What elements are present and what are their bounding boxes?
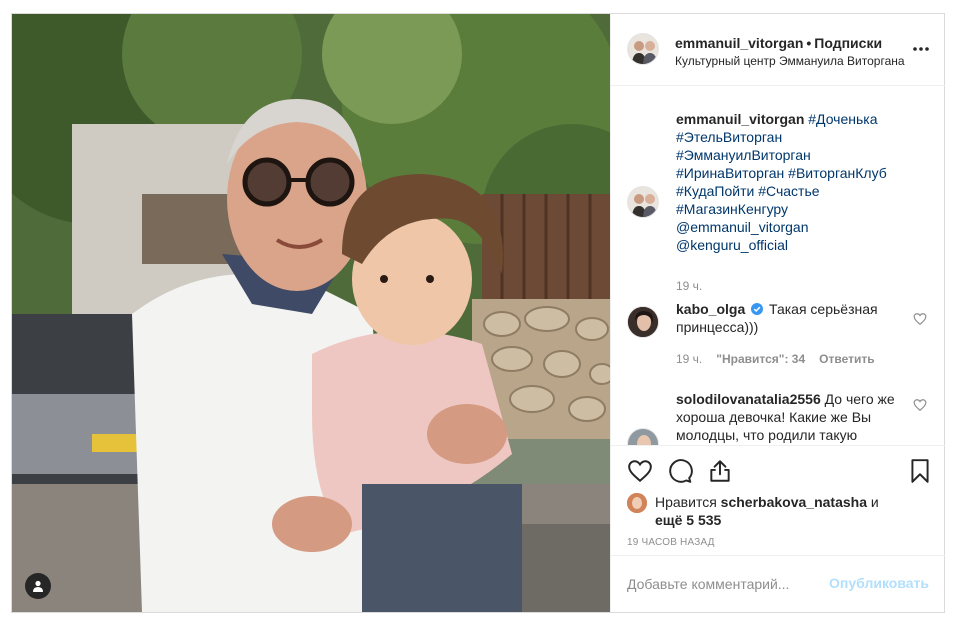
comment-meta: 19 ч. "Нравится": 34 Ответить (676, 352, 889, 366)
share-button[interactable] (707, 458, 733, 484)
hashtag-link[interactable]: #ИринаВиторган (676, 165, 784, 181)
commenter-avatar[interactable] (627, 306, 659, 338)
photo-illustration (12, 14, 610, 612)
likes-conjunction: и (870, 494, 879, 510)
bookmark-icon (911, 459, 929, 483)
more-options-button[interactable] (911, 40, 931, 60)
header-title: emmanuil_vitorgan • Подписки (675, 34, 915, 52)
post-photo[interactable] (12, 14, 610, 612)
user-icon (33, 580, 43, 592)
more-horizontal-icon (913, 47, 929, 51)
mention-link[interactable]: @emmanuil_vitorgan (676, 218, 926, 236)
like-button[interactable] (627, 458, 653, 484)
location-link[interactable]: Культурный центр Эммануила Виторгана (675, 53, 915, 69)
comment-button[interactable] (667, 458, 693, 484)
commenter-avatar[interactable] (627, 428, 659, 445)
save-button[interactable] (907, 458, 933, 484)
comment-input[interactable] (627, 572, 827, 596)
separator-dot: • (806, 35, 812, 51)
post-header: emmanuil_vitorgan • Подписки Культурный це… (611, 14, 945, 86)
action-bar (627, 458, 931, 484)
likes-prefix: Нравится (655, 494, 717, 510)
comment-time[interactable]: 19 ч. (676, 352, 702, 366)
author-avatar[interactable] (627, 33, 659, 65)
like-comment-button[interactable] (913, 398, 927, 412)
caption-username-link[interactable]: emmanuil_vitorgan (676, 111, 804, 127)
post-timestamp[interactable]: 19 часов назад (627, 537, 715, 548)
caption-author-avatar[interactable] (627, 186, 659, 218)
avatar-photo (628, 34, 658, 64)
liker-username-link[interactable]: scherbakova_natasha (721, 494, 867, 510)
share-icon (710, 460, 730, 482)
likes-text: Нравится scherbakova_natasha и ещё 5 535 (655, 493, 915, 529)
reply-button[interactable]: Ответить (819, 352, 874, 366)
post-actions: Нравится scherbakova_natasha и ещё 5 535… (611, 445, 945, 551)
instagram-post: emmanuil_vitorgan • Подписки Культурный це… (11, 13, 945, 613)
post-side-panel: emmanuil_vitorgan • Подписки Культурный це… (610, 14, 945, 612)
add-comment-form: Опубликовать (611, 555, 945, 612)
hashtag-link[interactable]: #Счастье (758, 183, 819, 199)
commenter-username-link[interactable]: kabo_olga (676, 301, 745, 317)
heart-outline-icon (913, 313, 927, 326)
hashtag-link[interactable]: #ЭтельВиторган (676, 128, 926, 146)
comment-likes-count[interactable]: "Нравится": 34 (716, 352, 805, 366)
comments-list[interactable]: emmanuil_vitorgan #Доченька #ЭтельВиторг… (611, 87, 945, 445)
tagged-users-button[interactable] (25, 573, 51, 599)
hashtag-link[interactable]: #МагазинКенгуру (676, 200, 926, 218)
comment-text: solodilovanatalia2556 До чего же хороша … (676, 390, 896, 444)
following-button[interactable]: Подписки (814, 35, 882, 51)
caption-text: emmanuil_vitorgan #Доченька #ЭтельВиторг… (676, 110, 926, 254)
verified-badge-icon (751, 303, 764, 315)
mention-link[interactable]: @kenguru_official (676, 236, 926, 254)
avatar-photo (627, 493, 647, 513)
hashtag-link[interactable]: #КудаПойти (676, 183, 754, 199)
avatar-photo (628, 307, 658, 337)
avatar-photo (628, 429, 658, 445)
header-text: emmanuil_vitorgan • Подписки Культурный це… (675, 34, 915, 69)
caption-time[interactable]: 19 ч. (676, 279, 702, 293)
commenter-username-link[interactable]: solodilovanatalia2556 (676, 391, 821, 407)
heart-outline-icon (913, 399, 927, 412)
publish-comment-button[interactable]: Опубликовать (829, 575, 929, 591)
comment-text: kabo_olga Такая серьёзная принцесса))) (676, 300, 896, 336)
liker-avatar[interactable] (627, 493, 647, 513)
likes-count-link[interactable]: ещё 5 535 (655, 512, 721, 528)
author-username-link[interactable]: emmanuil_vitorgan (675, 35, 803, 51)
hashtag-link[interactable]: #ЭммануилВиторган (676, 146, 926, 164)
hashtag-link[interactable]: #Доченька (808, 111, 877, 127)
comment-icon (669, 459, 693, 483)
like-comment-button[interactable] (913, 312, 927, 326)
hashtag-link[interactable]: #ВиторганКлуб (788, 165, 887, 181)
heart-icon (628, 460, 652, 483)
avatar-photo (628, 187, 658, 217)
